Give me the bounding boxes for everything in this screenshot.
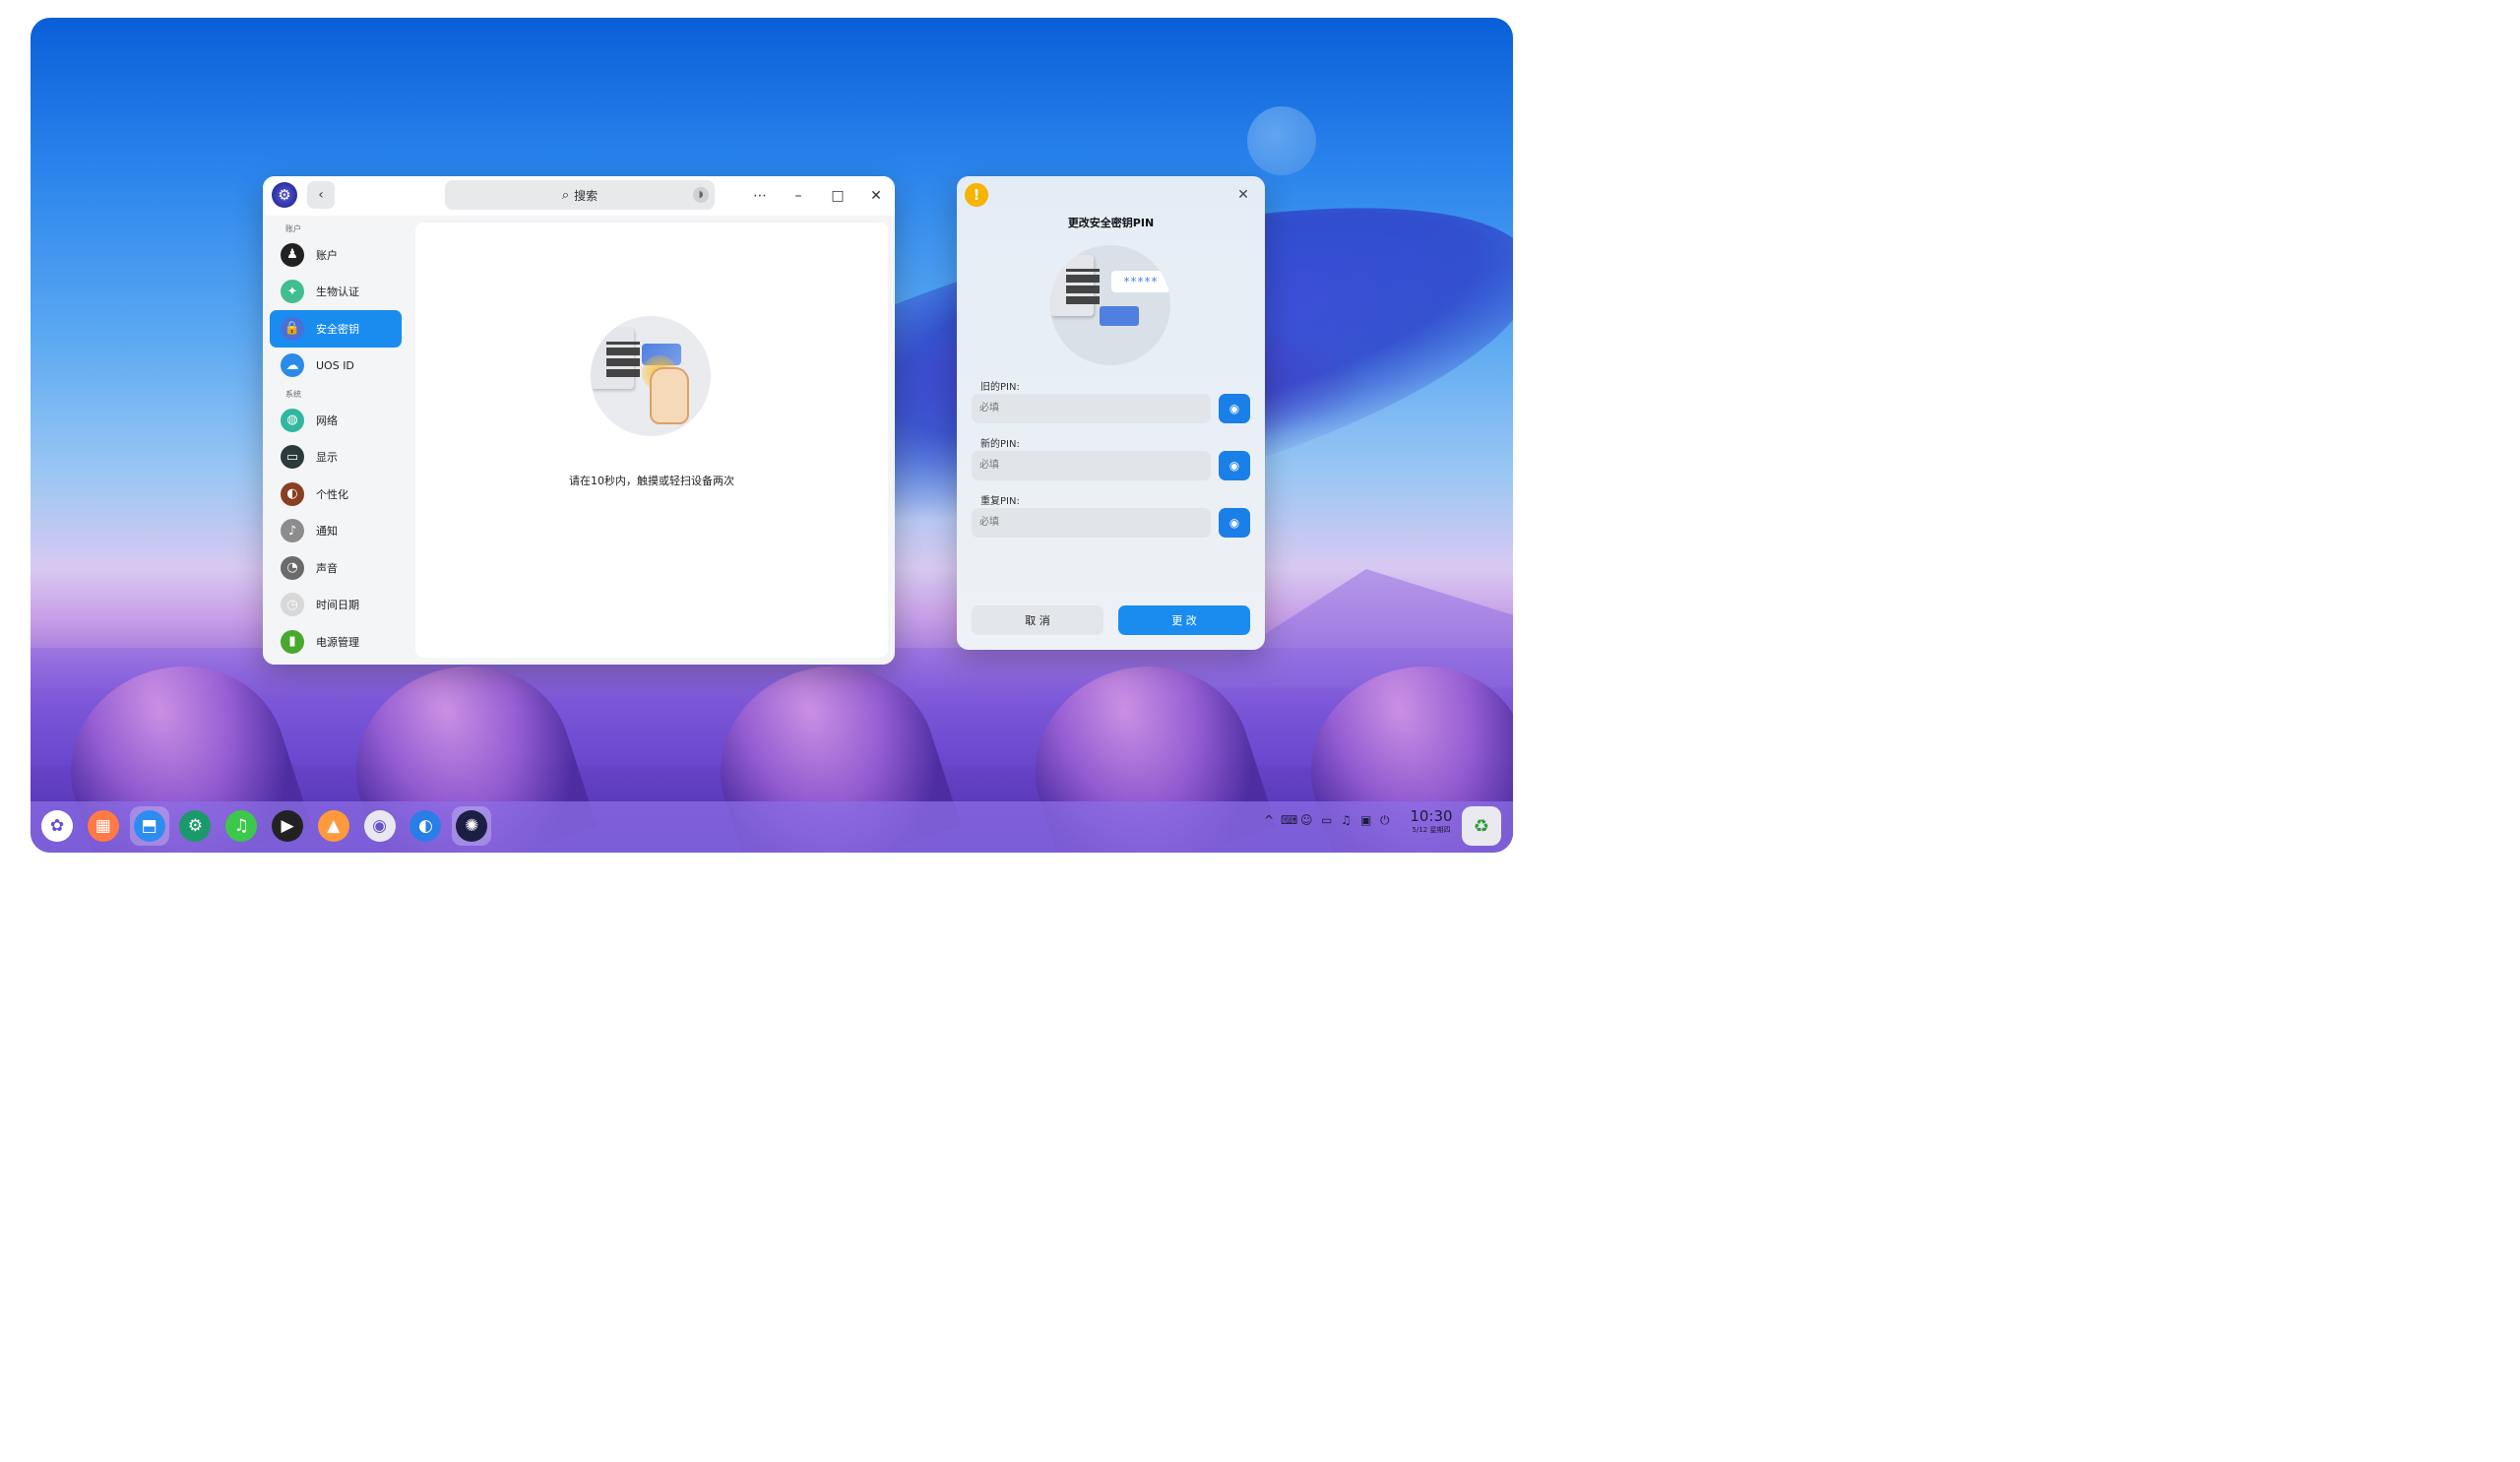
sidebar-item-label: 通知 bbox=[316, 525, 338, 539]
app-store-icon[interactable]: ⬒ bbox=[129, 806, 169, 846]
sidebar-item-label: 时间日期 bbox=[316, 599, 359, 612]
battery-icon: ▮ bbox=[281, 629, 304, 654]
sidebar-item[interactable]: ◷ 时间日期 bbox=[270, 587, 402, 624]
sidebar-item[interactable]: 🔒 安全密钥 bbox=[270, 310, 402, 348]
multitask-icon[interactable]: ▦ bbox=[84, 806, 123, 846]
music-icon[interactable]: ♫ bbox=[221, 806, 261, 846]
battery-tray-icon[interactable]: ▣ bbox=[1360, 813, 1371, 827]
sidebar-group-label: 账户 bbox=[285, 224, 301, 233]
launcher-icon[interactable]: ✿ bbox=[37, 806, 77, 846]
dialog-title: 更改安全密钥PIN bbox=[1067, 217, 1155, 229]
voice-icon[interactable]: ◗ bbox=[693, 187, 709, 203]
settings-window: ⚙ ‹ ⌕ 搜索 ◗ ⋯ – □ ✕ 账户 ♟ 账户 ✦ 生物认证 🔒 安全密钥 ☁ UOS I… bbox=[263, 176, 895, 665]
touch-hint: 请在10秒内，触摸或轻扫设备两次 bbox=[569, 475, 734, 487]
control-center-icon[interactable]: ⚙ bbox=[175, 806, 215, 846]
search-input[interactable]: ⌕ 搜索 ◗ bbox=[445, 180, 715, 210]
clock[interactable]: 10:30 5/12 星期四 bbox=[1409, 807, 1454, 835]
keyboard-icon[interactable]: ⌨ bbox=[1281, 813, 1297, 827]
chevron-up-icon[interactable]: ^ bbox=[1264, 813, 1274, 827]
dock: ✿ ▦ ⬒ ⚙ ♫ ▶ ▲ ◉ ◐ ✺ ^ ⌨ ☺ ▭ ♫ ▣ ⏻ 10:30 5/12 星期四 … bbox=[31, 801, 1513, 853]
user-icon: ♟ bbox=[281, 242, 304, 267]
settings-logo-icon: ⚙ bbox=[272, 182, 297, 208]
album-icon[interactable]: ▲ bbox=[314, 806, 353, 846]
repeat-pin-label: 重复PIN: bbox=[980, 496, 1020, 507]
fingerprint-icon: ✦ bbox=[281, 280, 304, 304]
sidebar-item-label: 生物认证 bbox=[316, 286, 359, 299]
old-pin-label: 旧的PIN: bbox=[980, 382, 1020, 393]
sidebar-item-label: 个性化 bbox=[316, 487, 348, 501]
sidebar-item[interactable]: ▮ 电源管理 bbox=[270, 623, 402, 661]
sidebar-item[interactable]: ☁ UOS ID bbox=[270, 348, 402, 385]
cloud-icon: ☁ bbox=[281, 353, 304, 378]
maximize-button[interactable]: □ bbox=[826, 184, 850, 208]
browser-icon[interactable]: ◐ bbox=[406, 806, 445, 846]
sidebar-item[interactable]: ✦ 生物认证 bbox=[270, 274, 402, 311]
sidebar-item-label: 声音 bbox=[316, 561, 338, 575]
power-icon[interactable]: ⏻ bbox=[1380, 813, 1390, 828]
sidebar-item[interactable]: ◍ 网络 bbox=[270, 402, 402, 439]
monitor-icon: ▭ bbox=[281, 445, 304, 470]
eye-icon: ◉ bbox=[1228, 459, 1240, 473]
security-key-icon: 🔒 bbox=[281, 316, 304, 341]
settings-icon[interactable]: ✺ bbox=[452, 806, 492, 846]
clock-time: 10:30 bbox=[1410, 807, 1453, 825]
change-pin-dialog: ! ✕ 更改安全密钥PIN ***** 旧的PIN: ◉ 新的PIN: ◉ 重复… bbox=[957, 176, 1265, 650]
camera-icon[interactable]: ◉ bbox=[360, 806, 400, 846]
speaker-icon: ◔ bbox=[281, 555, 304, 580]
sidebar-item[interactable]: ◔ 声音 bbox=[270, 549, 402, 587]
show-repeat-pin-button[interactable]: ◉ bbox=[1219, 508, 1250, 538]
sidebar-item-label: UOS ID bbox=[316, 358, 354, 372]
sidebar-item[interactable]: ♟ 账户 bbox=[270, 236, 402, 274]
trash-icon[interactable]: ♻ bbox=[1462, 806, 1501, 846]
wallpaper-moon bbox=[1247, 106, 1316, 175]
sidebar-item[interactable]: ♪ 通知 bbox=[270, 513, 402, 550]
globe-icon: ◍ bbox=[281, 408, 304, 432]
back-button[interactable]: ‹ bbox=[307, 181, 335, 209]
more-menu-button[interactable]: ⋯ bbox=[748, 184, 772, 208]
sidebar-item-label: 安全密钥 bbox=[316, 322, 359, 336]
security-key-touch-illustration bbox=[591, 316, 711, 436]
sidebar-group-label: 系统 bbox=[285, 390, 301, 399]
drive-icon[interactable]: ▭ bbox=[1321, 813, 1332, 827]
new-pin-label: 新的PIN: bbox=[980, 439, 1020, 450]
user-tray-icon[interactable]: ☺ bbox=[1300, 813, 1313, 827]
clock-date: 5/12 星期四 bbox=[1412, 826, 1451, 834]
security-key-panel: 请在10秒内，触摸或轻扫设备两次 bbox=[415, 222, 888, 658]
minimize-button[interactable]: – bbox=[787, 184, 810, 208]
password-mask: ***** bbox=[1111, 271, 1170, 292]
eye-icon: ◉ bbox=[1228, 402, 1240, 415]
old-pin-field[interactable] bbox=[972, 394, 1211, 423]
clock-icon: ◷ bbox=[281, 593, 304, 617]
eye-icon: ◉ bbox=[1228, 516, 1240, 530]
warning-icon: ! bbox=[965, 183, 988, 207]
cancel-button[interactable]: 取 消 bbox=[972, 605, 1103, 635]
pin-illustration: ***** bbox=[1050, 245, 1170, 365]
sidebar: 账户 ♟ 账户 ✦ 生物认证 🔒 安全密钥 ☁ UOS ID 系统 ◍ 网络 ▭ 显示 ◐ 个性化 ♪ 通知 ◔ 声音… bbox=[263, 216, 409, 665]
video-player-icon[interactable]: ▶ bbox=[268, 806, 307, 846]
sidebar-item[interactable]: ▭ 显示 bbox=[270, 439, 402, 477]
chevron-left-icon: ‹ bbox=[318, 187, 324, 203]
repeat-pin-field[interactable] bbox=[972, 508, 1211, 538]
bell-icon: ♪ bbox=[281, 519, 304, 543]
show-old-pin-button[interactable]: ◉ bbox=[1219, 394, 1250, 423]
titlebar: ⚙ ‹ ⌕ 搜索 ◗ ⋯ – □ ✕ bbox=[263, 176, 895, 216]
new-pin-field[interactable] bbox=[972, 451, 1211, 480]
notification-icon[interactable]: ♫ bbox=[1341, 813, 1352, 827]
search-icon: ⌕ bbox=[561, 187, 570, 203]
sidebar-item-label: 账户 bbox=[316, 248, 338, 262]
search-placeholder: 搜索 bbox=[574, 188, 598, 203]
change-button[interactable]: 更 改 bbox=[1118, 605, 1250, 635]
dialog-close-button[interactable]: ✕ bbox=[1233, 185, 1253, 205]
show-new-pin-button[interactable]: ◉ bbox=[1219, 451, 1250, 480]
sidebar-item-label: 电源管理 bbox=[316, 635, 359, 649]
close-button[interactable]: ✕ bbox=[864, 184, 888, 208]
sidebar-item-label: 网络 bbox=[316, 413, 338, 427]
sidebar-item[interactable]: ◐ 个性化 bbox=[270, 476, 402, 513]
sidebar-item-label: 显示 bbox=[316, 451, 338, 465]
palette-icon: ◐ bbox=[281, 481, 304, 506]
